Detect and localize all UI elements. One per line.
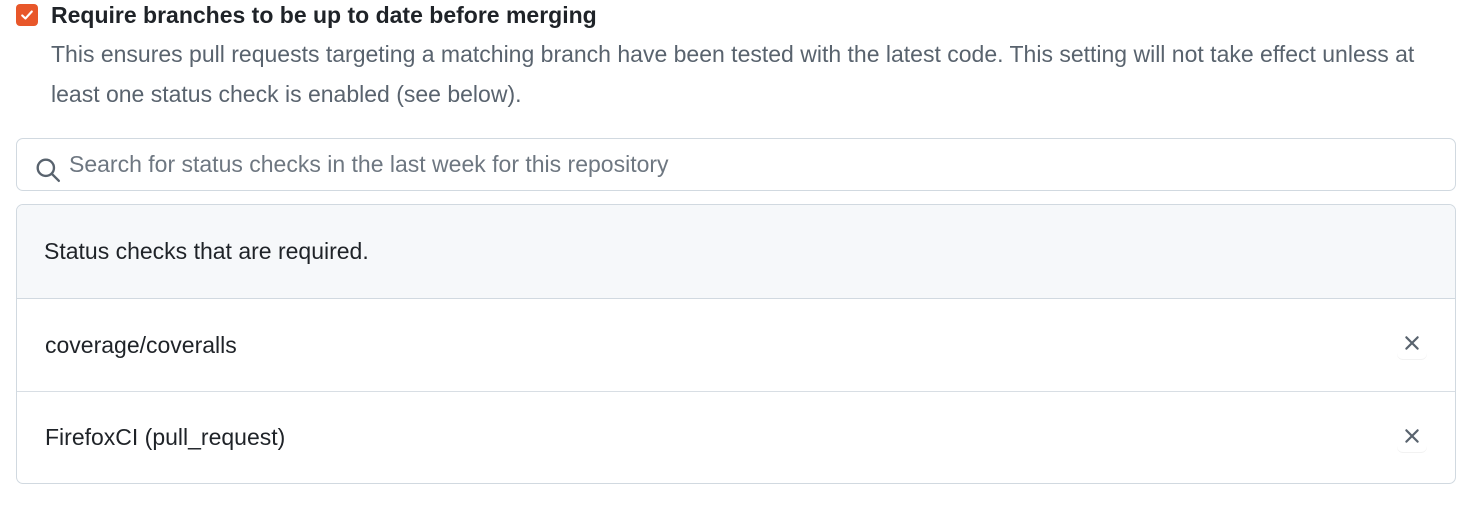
list-item: FirefoxCI (pull_request)	[17, 391, 1455, 483]
close-icon	[1405, 429, 1419, 443]
close-icon	[1405, 336, 1419, 350]
checkmark-icon	[21, 10, 33, 20]
require-up-to-date-option: Require branches to be up to date before…	[16, 0, 1466, 110]
list-item: coverage/coveralls	[17, 299, 1455, 391]
status-check-name: FirefoxCI (pull_request)	[45, 424, 286, 450]
required-status-checks-panel: Status checks that are required. coverag…	[16, 204, 1456, 484]
required-checks-header: Status checks that are required.	[17, 205, 1455, 299]
status-check-name: coverage/coveralls	[45, 331, 237, 358]
status-check-search	[16, 138, 1456, 191]
branch-protection-status-checks: Require branches to be up to date before…	[0, 0, 1484, 505]
require-up-to-date-checkbox[interactable]	[16, 4, 38, 26]
require-up-to-date-label: Require branches to be up to date before…	[51, 2, 597, 28]
search-icon	[36, 158, 61, 183]
remove-check-button[interactable]	[1397, 420, 1427, 452]
remove-check-button[interactable]	[1397, 327, 1427, 359]
search-input[interactable]	[69, 140, 1445, 188]
require-up-to-date-description: This ensures pull requests targeting a m…	[51, 41, 1415, 107]
